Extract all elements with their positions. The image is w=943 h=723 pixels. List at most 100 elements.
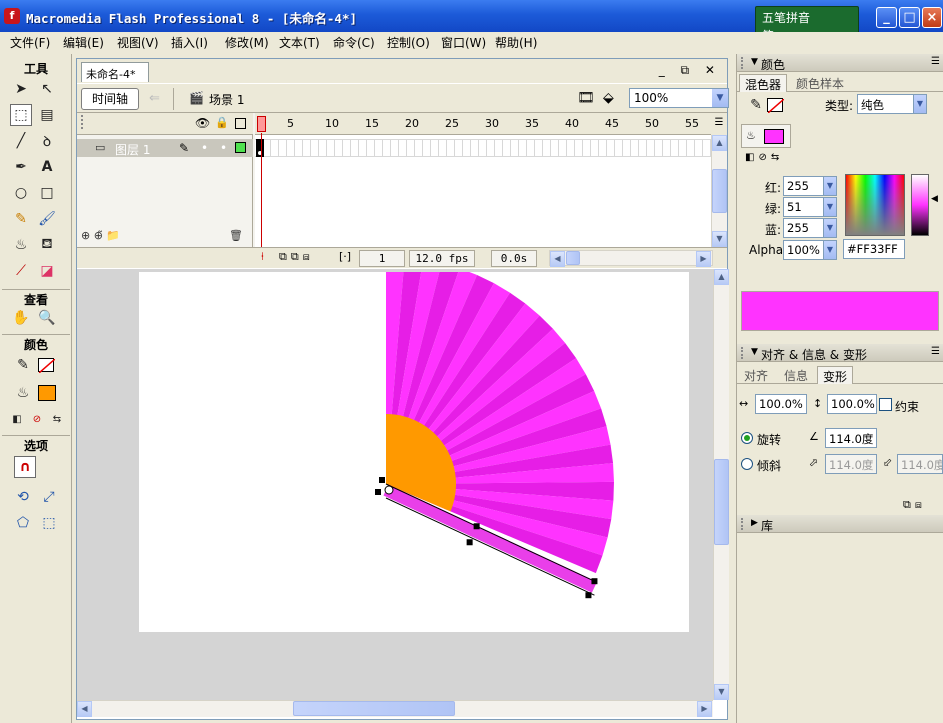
timeline-hscroll[interactable]: ◀ ▶	[549, 250, 713, 267]
chevron-down-icon[interactable]: ▼	[712, 89, 728, 107]
chevron-down-icon[interactable]: ▼	[823, 240, 837, 260]
layer-row[interactable]: ▭ 图层 1 ✎ • •	[77, 139, 253, 157]
outline-icon[interactable]	[235, 118, 246, 129]
playhead-handle[interactable]	[257, 116, 266, 132]
no-color-icon[interactable]: ⊘	[26, 408, 48, 430]
paint-bucket-tool-icon[interactable]: ⛾	[36, 234, 58, 256]
collapse-icon[interactable]: ▼	[751, 347, 758, 357]
skew-vertical-field[interactable]: 114.0度	[897, 454, 943, 474]
current-frame-field[interactable]: 1	[359, 250, 405, 267]
subselection-tool-icon[interactable]: ↖	[36, 78, 58, 100]
scroll-thumb[interactable]	[712, 169, 727, 213]
transform-handle[interactable]	[591, 578, 598, 585]
delete-layer-icon[interactable]: 🗑	[229, 229, 243, 242]
transform-handle[interactable]	[375, 489, 381, 495]
menu-text[interactable]: 文本(T)	[279, 34, 320, 51]
close-button[interactable]: ×	[922, 7, 942, 28]
layer-name[interactable]: 图层 1	[115, 141, 150, 158]
menu-view[interactable]: 视图(V)	[117, 34, 159, 51]
stage-hscroll[interactable]: ◀ ▶	[77, 700, 713, 717]
rotate-skew-icon[interactable]: ⟲	[12, 486, 34, 508]
rotate-radio[interactable]	[741, 432, 753, 444]
envelope-icon[interactable]: ⬚	[38, 512, 60, 534]
brightness-slider[interactable]	[911, 174, 929, 236]
show-hide-icon[interactable]: 👁	[195, 116, 210, 130]
width-scale-field[interactable]: 100.0%	[755, 394, 807, 414]
rectangle-tool-icon[interactable]: □	[36, 182, 58, 204]
fill-selector[interactable]: ♨	[741, 124, 791, 148]
color-panel-header[interactable]: ▼ 颜色 ☰	[737, 54, 943, 72]
lock-icon[interactable]: 🔒	[215, 116, 229, 129]
scroll-left-icon[interactable]: ◀	[77, 701, 92, 717]
scale-icon[interactable]: ⤢	[38, 486, 60, 508]
eraser-tool-icon[interactable]: ◪	[36, 260, 58, 282]
document-window-controls[interactable]: _ ⧉ ✕	[659, 63, 721, 78]
eyedropper-tool-icon[interactable]: ⟋	[10, 260, 32, 282]
tab-info[interactable]: 信息	[779, 366, 813, 384]
transform-action-icons[interactable]: ⧉⧈	[903, 498, 926, 512]
chevron-down-icon[interactable]: ▼	[823, 176, 837, 196]
zoom-tool-icon[interactable]: 🔍	[36, 307, 58, 329]
menu-commands[interactable]: 命令(C)	[333, 34, 375, 51]
menu-control[interactable]: 控制(O)	[387, 34, 430, 51]
fill-transform-tool-icon[interactable]: ▤	[36, 104, 58, 126]
stroke-color-swatch[interactable]	[767, 98, 785, 114]
slider-arrow-icon[interactable]: ◀	[931, 194, 938, 204]
fill-color-icon[interactable]: ♨	[12, 382, 34, 404]
stage-vscroll[interactable]: ▲ ▼	[713, 269, 729, 700]
default-colors-icon[interactable]: ◧	[6, 408, 28, 430]
tab-color-mixer[interactable]: 混色器	[739, 74, 788, 92]
free-transform-tool-icon[interactable]: ⬚	[10, 104, 32, 126]
scroll-up-icon[interactable]: ▲	[714, 269, 729, 285]
maximize-button[interactable]: □	[899, 7, 920, 28]
distort-icon[interactable]: ⬠	[12, 512, 34, 534]
panel-menu-icon[interactable]: ☰	[931, 56, 940, 67]
work-area[interactable]	[77, 269, 713, 705]
layer-controls[interactable]: ⊕ ⊕̃ 📁	[81, 229, 120, 242]
pen-tool-icon[interactable]: ✒	[10, 156, 32, 178]
stroke-color-icon[interactable]: ✎	[745, 94, 767, 116]
scroll-right-icon[interactable]: ▶	[696, 251, 711, 267]
scroll-down-icon[interactable]: ▼	[714, 684, 729, 700]
menu-modify[interactable]: 修改(M)	[225, 34, 269, 51]
scene-label[interactable]: 场景 1	[209, 91, 244, 108]
fill-color-swatch[interactable]	[38, 385, 56, 401]
brush-tool-icon[interactable]: 🖌	[36, 208, 58, 230]
folding-fan-graphic[interactable]	[139, 269, 689, 632]
fill-color-swatch[interactable]	[764, 129, 784, 144]
back-arrow-icon[interactable]: ⇐	[149, 91, 160, 106]
tab-transform[interactable]: 变形	[817, 366, 854, 384]
ime-mode-label[interactable]: 五笔拼音	[762, 9, 810, 26]
transform-handle[interactable]	[585, 592, 592, 599]
scroll-thumb[interactable]	[714, 459, 729, 545]
transform-handle[interactable]	[379, 477, 385, 483]
stroke-color-swatch[interactable]	[38, 358, 56, 374]
tab-align[interactable]: 对齐	[739, 366, 773, 384]
menu-insert[interactable]: 插入(I)	[171, 34, 208, 51]
color-spectrum-picker[interactable]	[845, 174, 905, 236]
frame-cells[interactable]	[255, 139, 711, 157]
timeline-menu-icon[interactable]: ☰	[711, 113, 727, 135]
line-tool-icon[interactable]: ╱	[10, 130, 32, 152]
panel-menu-icon[interactable]: ☰	[931, 346, 940, 357]
center-frame-icon[interactable]: ⍿	[261, 250, 264, 264]
outline-color-box[interactable]	[235, 142, 246, 153]
text-tool-icon[interactable]: A	[36, 156, 58, 178]
transform-point[interactable]	[384, 485, 394, 495]
visible-dot[interactable]: •	[201, 141, 208, 155]
stroke-color-icon[interactable]: ✎	[12, 354, 34, 376]
hex-color-field[interactable]: #FF33FF	[843, 239, 905, 259]
tab-color-swatches[interactable]: 颜色样本	[791, 74, 849, 92]
pencil-tool-icon[interactable]: ✎	[10, 208, 32, 230]
lasso-tool-icon[interactable]: ꝺ	[36, 130, 58, 152]
timeline-toggle-button[interactable]: 时间轴	[81, 88, 139, 110]
library-panel-header[interactable]: ▶ 库	[737, 515, 943, 533]
edit-symbols-icon[interactable]: ⬙	[603, 90, 614, 106]
playhead[interactable]	[257, 113, 266, 247]
height-scale-field[interactable]: 100.0%	[827, 394, 877, 414]
expand-icon[interactable]: ▶	[751, 518, 758, 528]
zoom-select[interactable]: 100% ▼	[629, 88, 729, 108]
document-tab[interactable]: 未命名-4*	[81, 62, 149, 82]
color-mode-icons[interactable]: ◧⊘⇆	[745, 152, 783, 163]
scroll-thumb[interactable]	[566, 251, 580, 265]
